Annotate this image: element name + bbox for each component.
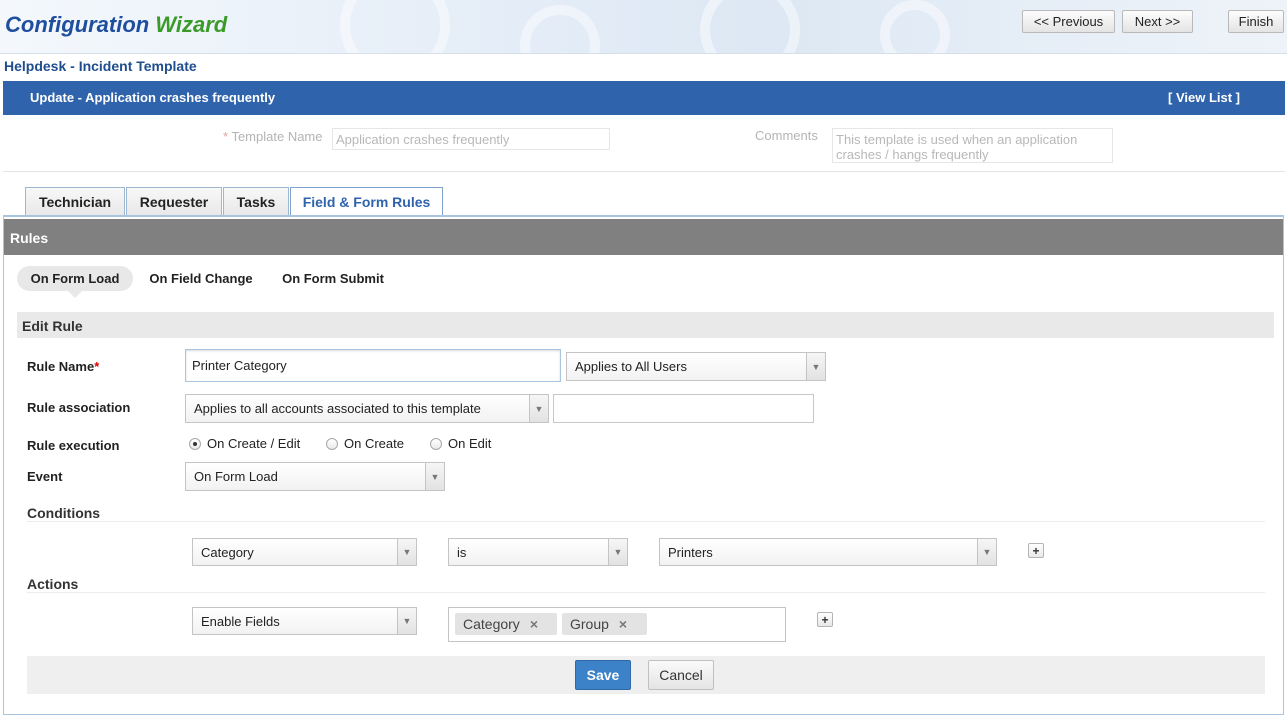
radio-selected-icon xyxy=(189,437,201,450)
rules-header: Rules xyxy=(4,219,1283,255)
condition-value-select[interactable]: Printers ▼ xyxy=(659,538,997,566)
wizard-header: Configuration Wizard << Previous Next >>… xyxy=(0,0,1287,54)
condition-field-select[interactable]: Category ▼ xyxy=(192,538,417,566)
tab-field-form-rules[interactable]: Field & Form Rules xyxy=(290,187,443,216)
rule-association-label: Rule association xyxy=(27,400,131,415)
actions-divider xyxy=(27,592,1265,593)
finish-button[interactable]: Finish xyxy=(1228,10,1284,33)
condition-operator-value: is xyxy=(457,544,467,560)
header-decoration xyxy=(700,0,800,53)
next-button[interactable]: Next >> xyxy=(1122,10,1193,33)
wizard-title-part2: Wizard xyxy=(155,12,228,37)
rules-panel: Rules On Form Load On Field Change On Fo… xyxy=(3,215,1284,715)
action-type-value: Enable Fields xyxy=(201,613,280,629)
actions-heading: Actions xyxy=(27,576,79,592)
add-action-button[interactable]: + xyxy=(817,612,833,627)
chevron-down-icon: ▼ xyxy=(529,395,548,422)
form-footer: Save Cancel xyxy=(27,656,1265,694)
event-value: On Form Load xyxy=(194,469,278,484)
comments-textarea[interactable]: This template is used when an applicatio… xyxy=(832,128,1113,163)
subtab-on-form-load[interactable]: On Form Load xyxy=(17,266,133,298)
tab-tasks[interactable]: Tasks xyxy=(223,187,289,215)
radio-unselected-icon xyxy=(326,437,338,450)
rule-name-input[interactable]: Printer Category xyxy=(185,349,561,382)
radio-on-create[interactable]: On Create xyxy=(326,436,404,451)
condition-value-value: Printers xyxy=(668,544,713,560)
close-icon[interactable]: × xyxy=(530,616,538,632)
rule-association-select[interactable]: Applies to all accounts associated to th… xyxy=(185,394,549,423)
action-fields-input[interactable]: Category × Group × xyxy=(448,607,786,642)
wizard-title: Configuration Wizard xyxy=(5,12,227,38)
radio-on-edit[interactable]: On Edit xyxy=(430,436,491,451)
chevron-down-icon: ▼ xyxy=(397,608,416,634)
template-update-title: Update - Application crashes frequently xyxy=(30,90,276,105)
template-name-label: * Template Name xyxy=(223,129,323,144)
template-name-input[interactable]: Application crashes frequently xyxy=(332,128,610,150)
action-type-select[interactable]: Enable Fields ▼ xyxy=(192,607,417,635)
chevron-down-icon: ▼ xyxy=(425,463,444,490)
rule-execution-label: Rule execution xyxy=(27,438,120,453)
comments-label: Comments xyxy=(755,128,818,143)
conditions-heading: Conditions xyxy=(27,505,101,521)
rule-association-value: Applies to all accounts associated to th… xyxy=(194,401,481,416)
previous-button[interactable]: << Previous xyxy=(1022,10,1115,33)
header-decoration xyxy=(340,0,450,53)
radio-unselected-icon xyxy=(430,437,442,450)
event-select[interactable]: On Form Load ▼ xyxy=(185,462,445,491)
tab-requester[interactable]: Requester xyxy=(126,187,222,215)
field-tag-category: Category × xyxy=(455,613,557,635)
chevron-down-icon: ▼ xyxy=(397,539,416,565)
template-title-bar: Update - Application crashes frequently … xyxy=(3,81,1285,115)
chevron-down-icon: ▼ xyxy=(977,539,996,565)
chevron-down-icon: ▼ xyxy=(608,539,627,565)
applies-users-value: Applies to All Users xyxy=(575,359,687,374)
header-decoration xyxy=(880,0,950,53)
save-button[interactable]: Save xyxy=(575,660,631,690)
edit-rule-heading: Edit Rule xyxy=(17,312,1274,338)
event-label: Event xyxy=(27,469,63,484)
subtab-on-form-submit[interactable]: On Form Submit xyxy=(276,266,390,291)
conditions-divider xyxy=(27,521,1265,522)
page-subtitle: Helpdesk - Incident Template xyxy=(4,58,197,74)
plus-icon: + xyxy=(821,612,829,627)
wizard-title-part1: Configuration xyxy=(5,12,150,37)
add-condition-button[interactable]: + xyxy=(1028,543,1044,558)
rule-association-extra-input[interactable] xyxy=(553,394,814,423)
condition-operator-select[interactable]: is ▼ xyxy=(448,538,628,566)
rule-name-label: Rule Name* xyxy=(27,359,100,374)
field-tag-group: Group × xyxy=(562,613,647,635)
close-icon[interactable]: × xyxy=(619,616,627,632)
template-info: * Template Name Application crashes freq… xyxy=(3,116,1285,172)
plus-icon: + xyxy=(1032,543,1040,558)
radio-on-create-edit[interactable]: On Create / Edit xyxy=(189,436,300,451)
cancel-button[interactable]: Cancel xyxy=(648,660,714,690)
subtab-on-field-change[interactable]: On Field Change xyxy=(144,266,258,291)
applies-users-select[interactable]: Applies to All Users ▼ xyxy=(566,352,826,381)
chevron-down-icon: ▼ xyxy=(806,353,825,380)
header-decoration xyxy=(520,5,600,53)
view-list-link[interactable]: [ View List ] xyxy=(1168,90,1240,105)
condition-field-value: Category xyxy=(201,544,254,560)
tab-technician[interactable]: Technician xyxy=(25,187,125,215)
